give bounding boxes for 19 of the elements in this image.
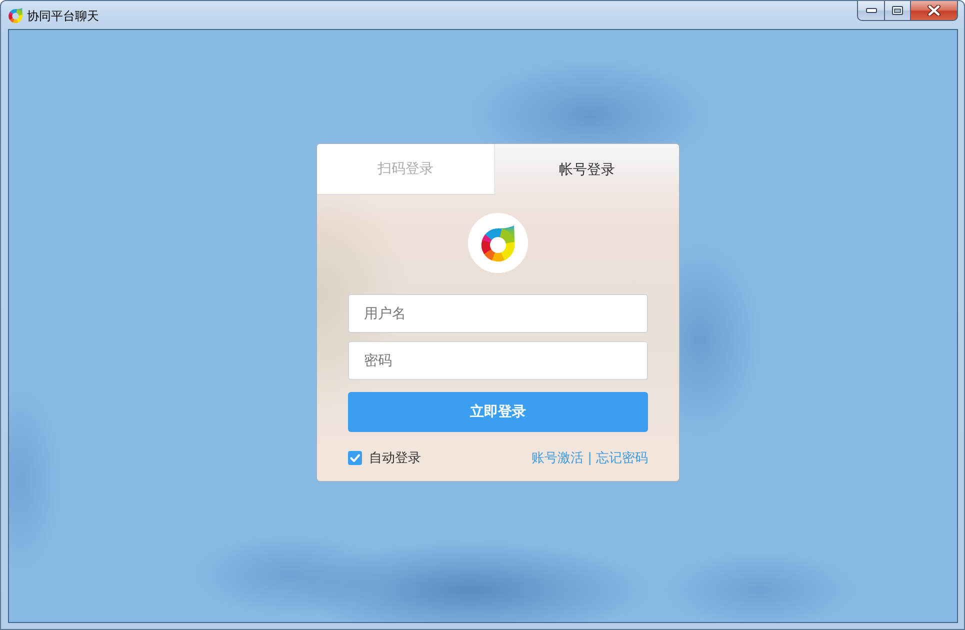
link-separator: | (588, 450, 592, 466)
minimize-icon (866, 8, 876, 13)
maximize-icon (892, 6, 903, 15)
login-tab[interactable]: 帐号登录 (495, 144, 679, 195)
close-icon (927, 5, 941, 16)
input-field[interactable]: 密码 (348, 341, 648, 380)
login-button[interactable]: 立即登录 (348, 392, 648, 432)
maximize-button[interactable] (884, 1, 911, 21)
close-button[interactable] (910, 1, 958, 21)
input-field[interactable]: 用户名 (348, 294, 648, 333)
footer-link[interactable]: 忘记密码 (596, 449, 648, 467)
ring-logo-icon (8, 7, 23, 24)
window-title: 协同平台聊天 (27, 8, 99, 24)
auto-login-label: 自动登录 (369, 450, 421, 467)
login-tab[interactable]: 扫码登录 (317, 144, 495, 195)
checkbox[interactable] (348, 451, 362, 465)
footer-link[interactable]: 账号激活 (532, 449, 584, 467)
ring-logo-icon (468, 213, 528, 273)
minimize-button[interactable] (857, 1, 885, 21)
